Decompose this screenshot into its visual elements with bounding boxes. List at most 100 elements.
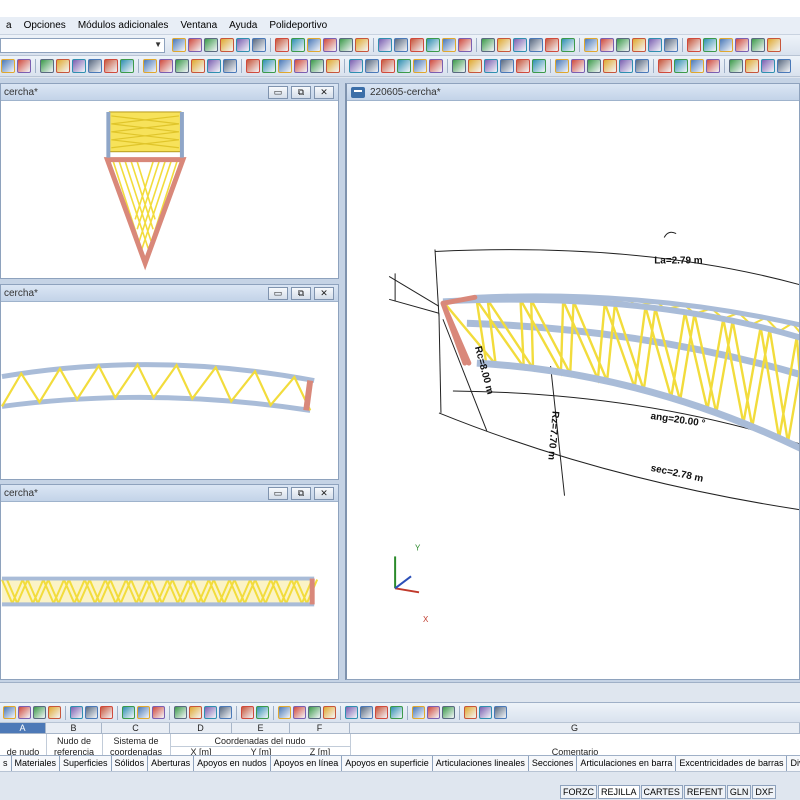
side-view-window[interactable]: cercha* ▭ ⧉ ✕ — [0, 484, 339, 680]
toolbar-tool-icon[interactable] — [188, 38, 202, 52]
status-toggle-forzc[interactable]: FORZC — [560, 785, 597, 799]
restore-button[interactable]: ⧉ — [291, 287, 311, 300]
menu-item-ayuda[interactable]: Ayuda — [223, 20, 263, 31]
sheet-tab[interactable]: Apoyos en superficie — [342, 756, 433, 771]
toolbar-tool-icon[interactable] — [17, 59, 31, 73]
toolbar-tool-icon[interactable] — [3, 706, 16, 719]
toolbar-tool-icon[interactable] — [619, 59, 633, 73]
toolbar-tool-icon[interactable] — [381, 59, 395, 73]
status-toggle-rejilla[interactable]: REJILLA — [598, 785, 640, 799]
restore-button[interactable]: ⧉ — [291, 487, 311, 500]
toolbar-tool-icon[interactable] — [204, 706, 217, 719]
toolbar-tool-icon[interactable] — [632, 38, 646, 52]
close-button[interactable]: ✕ — [314, 287, 334, 300]
toolbar-tool-icon[interactable] — [513, 38, 527, 52]
toolbar-tool-icon[interactable] — [262, 59, 276, 73]
model-combo[interactable]: ▼ — [0, 37, 165, 53]
toolbar-tool-icon[interactable] — [452, 59, 466, 73]
toolbar-tool-icon[interactable] — [584, 38, 598, 52]
toolbar-tool-icon[interactable] — [500, 59, 514, 73]
toolbar-tool-icon[interactable] — [761, 59, 775, 73]
toolbar-tool-icon[interactable] — [246, 59, 260, 73]
sheet-tab[interactable]: Apoyos en línea — [270, 756, 343, 771]
toolbar-tool-icon[interactable] — [745, 59, 759, 73]
sheet-tab[interactable]: Materiales — [11, 756, 61, 771]
toolbar-tool-icon[interactable] — [442, 38, 456, 52]
close-button[interactable]: ✕ — [314, 487, 334, 500]
toolbar-tool-icon[interactable] — [545, 38, 559, 52]
3d-view-canvas[interactable]: La=2.79 m Rc=8.00 m Rz=7.70 m ang=20.00 … — [347, 102, 799, 679]
toolbar-tool-icon[interactable] — [308, 706, 321, 719]
toolbar-tool-icon[interactable] — [355, 38, 369, 52]
toolbar-tool-icon[interactable] — [635, 59, 649, 73]
toolbar-tool-icon[interactable] — [529, 38, 543, 52]
toolbar-tool-icon[interactable] — [561, 38, 575, 52]
toolbar-tool-icon[interactable] — [278, 59, 292, 73]
sheet-tab[interactable]: Excentricidades de barras — [676, 756, 788, 771]
toolbar-tool-icon[interactable] — [494, 706, 507, 719]
toolbar-tool-icon[interactable] — [687, 38, 701, 52]
toolbar-tool-icon[interactable] — [349, 59, 363, 73]
window-titlebar[interactable]: cercha* ▭ ⧉ ✕ — [1, 285, 338, 302]
minimize-button[interactable]: ▭ — [268, 287, 288, 300]
toolbar-tool-icon[interactable] — [236, 38, 250, 52]
toolbar-tool-icon[interactable] — [120, 59, 134, 73]
toolbar-tool-icon[interactable] — [48, 706, 61, 719]
toolbar-tool-icon[interactable] — [18, 706, 31, 719]
toolbar-tool-icon[interactable] — [219, 706, 232, 719]
column-header-e[interactable]: E — [232, 723, 290, 734]
toolbar-tool-icon[interactable] — [152, 706, 165, 719]
restore-button[interactable]: ⧉ — [291, 86, 311, 99]
toolbar-tool-icon[interactable] — [207, 59, 221, 73]
toolbar-tool-icon[interactable] — [204, 38, 218, 52]
toolbar-tool-icon[interactable] — [56, 59, 70, 73]
toolbar-tool-icon[interactable] — [587, 59, 601, 73]
toolbar-tool-icon[interactable] — [220, 38, 234, 52]
toolbar-tool-icon[interactable] — [516, 59, 530, 73]
toolbar-tool-icon[interactable] — [70, 706, 83, 719]
3d-view-window[interactable]: 220605-cercha* La=2.79 m Rc=8.00 m Rz=7.… — [345, 83, 800, 680]
toolbar-tool-icon[interactable] — [429, 59, 443, 73]
toolbar-tool-icon[interactable] — [72, 59, 86, 73]
minimize-button[interactable]: ▭ — [268, 86, 288, 99]
toolbar-tool-icon[interactable] — [293, 706, 306, 719]
toolbar-tool-icon[interactable] — [275, 38, 289, 52]
toolbar-tool-icon[interactable] — [719, 38, 733, 52]
sheet-tab[interactable]: Superficies — [60, 756, 112, 771]
toolbar-tool-icon[interactable] — [137, 706, 150, 719]
toolbar-tool-icon[interactable] — [223, 59, 237, 73]
menu-item-polideportivo[interactable]: Polideportivo — [263, 20, 333, 31]
toolbar-tool-icon[interactable] — [532, 59, 546, 73]
status-toggle-gln[interactable]: GLN — [726, 785, 752, 799]
sheet-tab[interactable]: Secciones — [528, 756, 578, 771]
toolbar-tool-icon[interactable] — [294, 59, 308, 73]
menu-item-a[interactable]: a — [0, 20, 18, 31]
toolbar-tool-icon[interactable] — [481, 38, 495, 52]
menu-item-opciones[interactable]: Opciones — [18, 20, 72, 31]
menu-item-modulos[interactable]: Módulos adicionales — [72, 20, 175, 31]
toolbar-tool-icon[interactable] — [458, 38, 472, 52]
toolbar-tool-icon[interactable] — [174, 706, 187, 719]
toolbar-tool-icon[interactable] — [413, 59, 427, 73]
toolbar-tool-icon[interactable] — [497, 38, 511, 52]
data-grid[interactable]: A B C D E F G Nudo de referencia Sistema… — [0, 723, 800, 755]
toolbar-tool-icon[interactable] — [464, 706, 477, 719]
toolbar-tool-icon[interactable] — [751, 38, 765, 52]
toolbar-tool-icon[interactable] — [426, 38, 440, 52]
toolbar-tool-icon[interactable] — [603, 59, 617, 73]
toolbar-tool-icon[interactable] — [648, 38, 662, 52]
front-view-canvas[interactable] — [1, 102, 338, 278]
toolbar-tool-icon[interactable] — [378, 38, 392, 52]
toolbar-tool-icon[interactable] — [100, 706, 113, 719]
column-header-d[interactable]: D — [170, 723, 232, 734]
toolbar-tool-icon[interactable] — [256, 706, 269, 719]
toolbar-tool-icon[interactable] — [365, 59, 379, 73]
column-header-a[interactable]: A — [0, 723, 46, 734]
toolbar-tool-icon[interactable] — [468, 59, 482, 73]
sheet-tab[interactable]: Apoyos en nudos — [194, 756, 271, 771]
toolbar-tool-icon[interactable] — [307, 38, 321, 52]
toolbar-tool-icon[interactable] — [175, 59, 189, 73]
toolbar-tool-icon[interactable] — [555, 59, 569, 73]
toolbar-tool-icon[interactable] — [323, 38, 337, 52]
toolbar-tool-icon[interactable] — [375, 706, 388, 719]
